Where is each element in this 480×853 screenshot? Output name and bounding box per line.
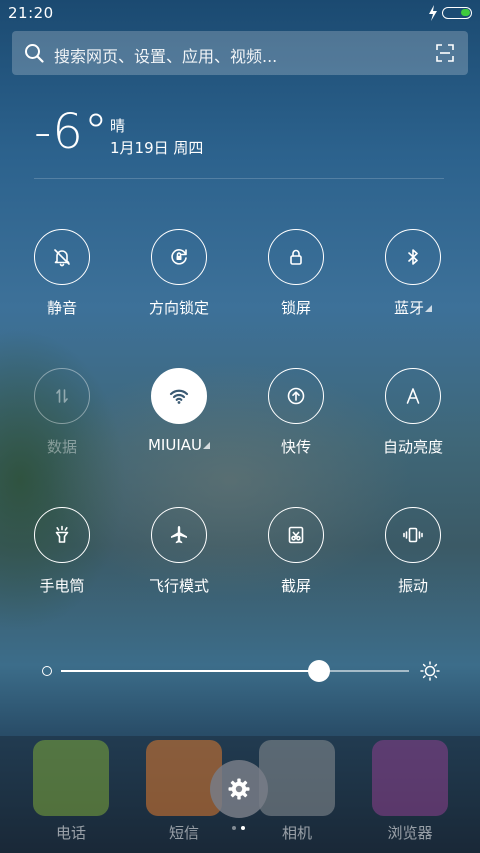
toggle-button[interactable] xyxy=(385,368,441,424)
toggle-label: 自动亮度 xyxy=(382,438,443,456)
search-input[interactable]: 搜索网页、设置、应用、视频... xyxy=(54,43,277,67)
scan-icon[interactable] xyxy=(436,44,454,62)
dock-app-label: 浏览器 xyxy=(387,824,433,842)
clock: 21:20 xyxy=(8,4,54,22)
toggle-label: 蓝牙 xyxy=(354,297,472,318)
search-bar[interactable]: 搜索网页、设置、应用、视频... xyxy=(12,31,468,75)
dock-app-label: 短信 xyxy=(168,824,199,842)
lock-icon xyxy=(290,249,302,265)
dock-app-label: 相机 xyxy=(281,824,312,842)
toggle-mobile-data[interactable]: 数据 xyxy=(3,368,123,468)
bluetooth-icon xyxy=(408,249,418,265)
toggle-label: 手电筒 xyxy=(39,577,85,595)
divider xyxy=(34,178,444,179)
toggle-button[interactable] xyxy=(34,368,90,424)
toggle-bluetooth[interactable]: 蓝牙 xyxy=(354,229,474,329)
temperature: -6° xyxy=(34,104,109,160)
brightness-slider[interactable] xyxy=(40,656,440,686)
dock-app-label: 电话 xyxy=(55,824,86,842)
status-bar: 21:20 xyxy=(0,0,480,28)
charging-icon xyxy=(429,5,437,21)
toggle-label: 静音 xyxy=(46,299,77,317)
gear-icon xyxy=(228,778,250,800)
date: 1月19日 周四 xyxy=(110,139,204,157)
quick-transfer-icon xyxy=(287,387,305,405)
vibrate-icon xyxy=(403,527,423,543)
toggle-button[interactable] xyxy=(268,368,324,424)
toggle-bell-mute[interactable]: 静音 xyxy=(3,229,123,329)
toggle-label: 振动 xyxy=(397,577,428,595)
rotation-lock-icon xyxy=(171,249,187,265)
message-app-icon[interactable] xyxy=(146,740,222,816)
toggle-auto-brightness[interactable]: 自动亮度 xyxy=(354,368,474,468)
toggle-button[interactable] xyxy=(268,507,324,563)
bell-mute-icon xyxy=(54,249,70,267)
flashlight-icon xyxy=(55,525,69,543)
search-icon xyxy=(25,44,44,63)
toggle-button[interactable] xyxy=(385,229,441,285)
toggle-label: 截屏 xyxy=(280,577,311,595)
toggle-label: 数据 xyxy=(46,438,77,456)
toggle-label: 方向锁定 xyxy=(148,299,209,317)
toggle-label: 快传 xyxy=(280,438,311,456)
battery-icon xyxy=(442,7,472,19)
toggle-quick-transfer[interactable]: 快传 xyxy=(237,368,357,468)
phone-app-icon[interactable] xyxy=(33,740,109,816)
auto-brightness-icon xyxy=(406,388,420,404)
toggle-button[interactable] xyxy=(151,229,207,285)
toggle-label: 飞行模式 xyxy=(148,577,209,595)
camera-app-icon[interactable] xyxy=(259,740,335,816)
toggle-button[interactable] xyxy=(151,368,207,424)
toggle-flashlight[interactable]: 手电筒 xyxy=(3,507,123,607)
brightness-thumb[interactable] xyxy=(308,660,330,682)
toggle-button[interactable] xyxy=(34,229,90,285)
page-dot xyxy=(241,826,245,830)
toggle-rotation-lock[interactable]: 方向锁定 xyxy=(120,229,240,329)
browser-app-icon[interactable] xyxy=(372,740,448,816)
submenu-indicator-icon xyxy=(203,442,210,449)
toggle-label: 锁屏 xyxy=(280,299,311,317)
mobile-data-icon xyxy=(56,389,68,403)
screenshot-icon xyxy=(288,526,304,544)
toggle-button[interactable] xyxy=(34,507,90,563)
settings-button[interactable] xyxy=(210,760,268,818)
toggle-button[interactable] xyxy=(151,507,207,563)
airplane-icon xyxy=(171,526,187,544)
weather-condition: 晴 xyxy=(110,117,126,135)
toggle-screenshot[interactable]: 截屏 xyxy=(237,507,357,607)
toggle-button[interactable] xyxy=(268,229,324,285)
toggle-button[interactable] xyxy=(385,507,441,563)
toggle-label: MIUIAU xyxy=(120,436,238,454)
toggle-wifi[interactable]: MIUIAU xyxy=(120,368,240,468)
toggle-lock[interactable]: 锁屏 xyxy=(237,229,357,329)
brightness-high-icon xyxy=(420,661,440,681)
submenu-indicator-icon xyxy=(425,305,432,312)
toggle-airplane[interactable]: 飞行模式 xyxy=(120,507,240,607)
brightness-track[interactable] xyxy=(61,660,409,682)
toggle-vibrate[interactable]: 振动 xyxy=(354,507,474,607)
page-dot xyxy=(232,826,236,830)
page-indicator xyxy=(232,826,252,832)
wifi-icon xyxy=(169,389,189,404)
brightness-low-icon xyxy=(42,666,52,676)
